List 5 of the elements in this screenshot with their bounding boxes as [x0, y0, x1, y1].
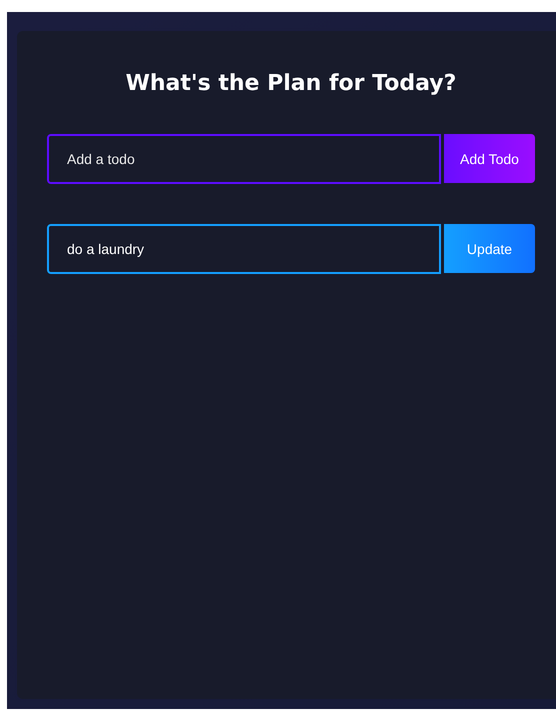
app-title: What's the Plan for Today? — [124, 71, 458, 96]
todo-input-field[interactable]: Add a todo — [47, 134, 441, 184]
update-button[interactable]: Update — [444, 224, 535, 273]
add-todo-button[interactable]: Add Todo — [444, 134, 535, 183]
edit-todo-field[interactable]: do a laundry — [47, 224, 441, 274]
